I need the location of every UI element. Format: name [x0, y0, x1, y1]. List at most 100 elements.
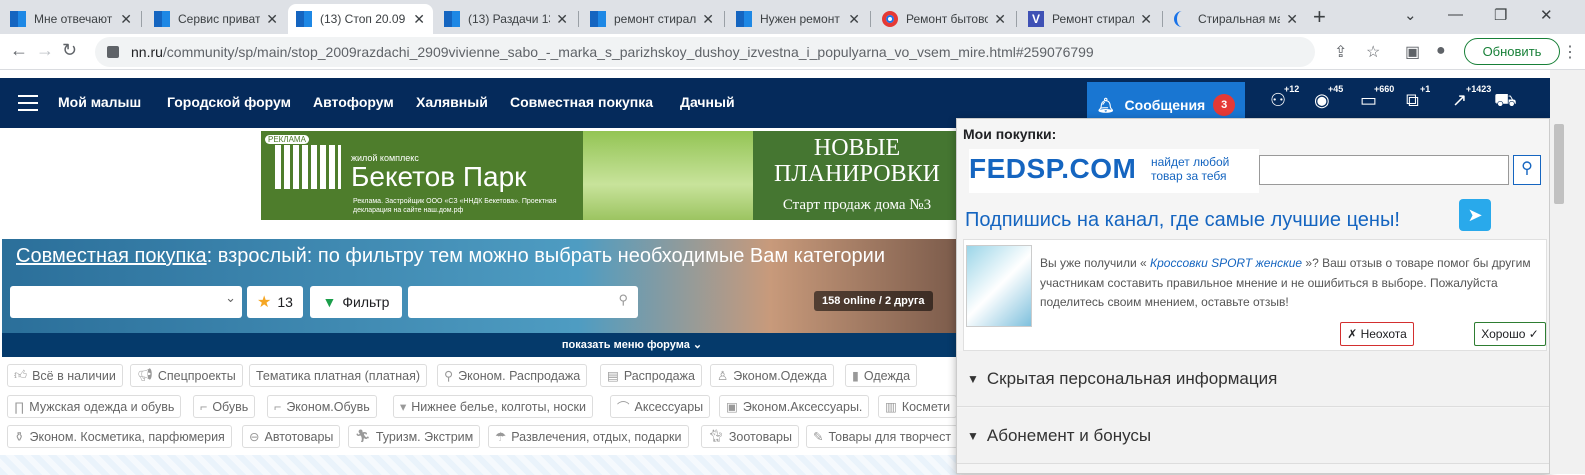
- category-tag[interactable]: ♙ Эконом.Одежда: [710, 364, 834, 387]
- filter-button[interactable]: ▼ Фильтр: [310, 286, 402, 318]
- nav-city-forum[interactable]: Городской форум: [167, 94, 291, 110]
- category-tag[interactable]: ⌒ Аксессуары: [610, 395, 711, 418]
- close-icon[interactable]: ✕: [556, 11, 568, 28]
- fedsp-search-input[interactable]: [1259, 155, 1509, 185]
- telegram-link[interactable]: Подпишись на канал, где самые лучшие цен…: [965, 209, 1400, 232]
- tab-search-icon[interactable]: ⌄: [1404, 6, 1417, 24]
- search-icon[interactable]: ⚲: [1513, 155, 1541, 185]
- nav-joint-purchase[interactable]: Совместная покупка: [510, 94, 653, 110]
- hat-icon: ⌒: [617, 401, 630, 415]
- category-tag[interactable]: ⚱ Эконом. Косметика, парфюмерия: [7, 425, 232, 448]
- category-tag[interactable]: ▤ Распродажа: [600, 364, 702, 387]
- forward-icon[interactable]: →: [36, 40, 54, 61]
- category-tag[interactable]: 👍︎ Всё в наличии: [7, 364, 123, 387]
- back-icon[interactable]: ←: [10, 40, 28, 61]
- favorites-button[interactable]: ★ 13: [247, 286, 303, 318]
- close-icon[interactable]: ✕: [1140, 11, 1152, 28]
- side-panel-icon[interactable]: ▣: [1405, 42, 1420, 62]
- nav-freebie[interactable]: Халявный: [416, 94, 488, 110]
- share-icon[interactable]: ⇪: [1334, 42, 1347, 62]
- category-tag[interactable]: 📢︎ Спецпроекты: [130, 364, 243, 387]
- nav-my-baby[interactable]: Мой малыш: [58, 94, 141, 110]
- update-browser-button[interactable]: Обновить: [1464, 38, 1560, 65]
- tab-9[interactable]: Стиральная ма ✕: [1166, 4, 1306, 34]
- show-forum-menu-toggle[interactable]: показать меню форума ⌄: [2, 333, 962, 357]
- minimize-icon[interactable]: —: [1448, 6, 1463, 23]
- tab-5[interactable]: ремонт стирал ✕: [582, 4, 722, 34]
- umbrella-icon: ☂: [495, 430, 507, 444]
- forum-select[interactable]: [10, 286, 242, 318]
- tab-1[interactable]: Мне отвечают ✕: [2, 4, 140, 34]
- url-bar[interactable]: nn.ru/community/sp/main/stop_2009razdach…: [95, 37, 1315, 67]
- ad-banner[interactable]: РЕКЛАМА жилой комплекс Бекетов Парк Рекл…: [261, 131, 961, 220]
- groups-icon[interactable]: ⧉ +1: [1406, 84, 1430, 111]
- category-tag[interactable]: ⊖ Автотовары: [242, 425, 341, 448]
- close-icon[interactable]: ✕: [266, 11, 278, 28]
- category-tag[interactable]: 🐈︎ Зоотовары: [701, 425, 799, 448]
- shoe-icon: ⌐: [200, 399, 208, 414]
- forum-search-input[interactable]: [408, 286, 638, 318]
- close-window-icon[interactable]: ✕: [1540, 6, 1553, 24]
- joint-purchase-link[interactable]: Совместная покупка: [16, 245, 207, 267]
- brush-icon: ✎: [813, 430, 824, 444]
- cart-icon[interactable]: ⛟: [1494, 90, 1517, 114]
- product-link[interactable]: Кроссовки SPORT женские: [1150, 256, 1302, 270]
- category-tag[interactable]: ∏ Мужская одежда и обувь: [7, 395, 182, 418]
- cosmetics-icon: ▥: [885, 400, 897, 414]
- browser-tab-strip: Мне отвечают ✕ Сервис приват ✕ (13) Стоп 2…: [0, 0, 1585, 34]
- category-tag[interactable]: ✎ Товары для творчест: [806, 425, 959, 448]
- close-icon[interactable]: ✕: [1286, 11, 1298, 28]
- hidden-personal-info-section[interactable]: ▼ Скрытая персональная информация: [957, 351, 1549, 407]
- close-icon[interactable]: ✕: [994, 11, 1006, 28]
- panel-title: Мои покупки:: [963, 126, 1057, 142]
- nav-dacha[interactable]: Дачный: [680, 94, 735, 110]
- friends-icon[interactable]: ⚇ +12: [1270, 84, 1299, 111]
- decline-review-button[interactable]: ✗ Неохота: [1340, 322, 1414, 346]
- category-tag[interactable]: ⌐ Эконом.Обувь: [267, 395, 377, 418]
- product-thumbnail[interactable]: [966, 245, 1032, 327]
- tab-7[interactable]: Ремонт бытово ✕: [874, 4, 1014, 34]
- page-scrollbar[interactable]: [1550, 70, 1585, 474]
- subscription-bonuses-section[interactable]: ▼ Абонемент и бонусы: [957, 408, 1549, 464]
- close-icon[interactable]: ✕: [848, 11, 860, 28]
- restore-icon[interactable]: ❐: [1494, 6, 1507, 24]
- close-icon[interactable]: ✕: [120, 11, 132, 28]
- category-tag[interactable]: ▮ Одежда: [845, 364, 918, 387]
- scrollbar-thumb[interactable]: [1554, 124, 1564, 204]
- tab-8[interactable]: V Ремонт стирал ✕: [1020, 4, 1160, 34]
- activity-icon[interactable]: ↗ +1423: [1452, 84, 1491, 111]
- tab-4[interactable]: (13) Раздачи 13 ✕: [436, 4, 576, 34]
- tab-2[interactable]: Сервис приват ✕: [146, 4, 286, 34]
- profile-avatar-icon[interactable]: ●: [1436, 42, 1446, 60]
- fedsp-logo[interactable]: FEDSP.COM найдет любой товар за тебя: [969, 149, 1259, 193]
- menu-kebab-icon[interactable]: ⋮: [1562, 42, 1578, 62]
- category-tag[interactable]: ▥ Космети: [878, 395, 958, 418]
- windows-icon: [444, 11, 460, 27]
- tab-6[interactable]: Нужен ремонт ✕: [728, 4, 868, 34]
- close-icon[interactable]: ✕: [702, 11, 714, 28]
- windows-icon: [590, 11, 606, 27]
- reload-icon[interactable]: ↻: [62, 40, 77, 61]
- category-tag[interactable]: ⌐ Обувь: [193, 395, 256, 418]
- tab-3-active[interactable]: (13) Стоп 20.09 ✕: [288, 4, 433, 34]
- windows-icon: [154, 11, 170, 27]
- category-tag[interactable]: ☂ Развлечения, отдых, подарки: [488, 425, 689, 448]
- category-tag[interactable]: 🏃︎ Туризм. Экстрим: [348, 425, 481, 448]
- bookmark-star-icon[interactable]: ☆: [1366, 42, 1380, 62]
- comments-icon[interactable]: ▭ +660: [1360, 84, 1394, 111]
- cat-icon: 🐈︎: [708, 429, 724, 443]
- category-tag[interactable]: ▣ Эконом.Аксессуары.: [719, 395, 870, 418]
- hamburger-menu-icon[interactable]: [18, 95, 38, 116]
- windows-icon: [10, 11, 26, 27]
- category-tag[interactable]: ⚲ Эконом. Распродажа: [437, 364, 588, 387]
- nav-auto-forum[interactable]: Автофорум: [313, 94, 394, 110]
- accept-review-button[interactable]: Хорошо ✓: [1474, 322, 1546, 346]
- telegram-icon[interactable]: ➤: [1459, 199, 1491, 231]
- close-icon[interactable]: ✕: [413, 11, 425, 28]
- chevron-down-icon: ▼: [967, 428, 979, 443]
- category-tag[interactable]: ▾ Нижнее белье, колготы, носки: [393, 395, 593, 418]
- eye-icon[interactable]: ◉ +45: [1314, 84, 1343, 111]
- new-tab-icon[interactable]: +: [1313, 4, 1326, 30]
- windows-icon: [296, 11, 312, 27]
- category-tag[interactable]: Тематика платная (платная): [249, 364, 428, 387]
